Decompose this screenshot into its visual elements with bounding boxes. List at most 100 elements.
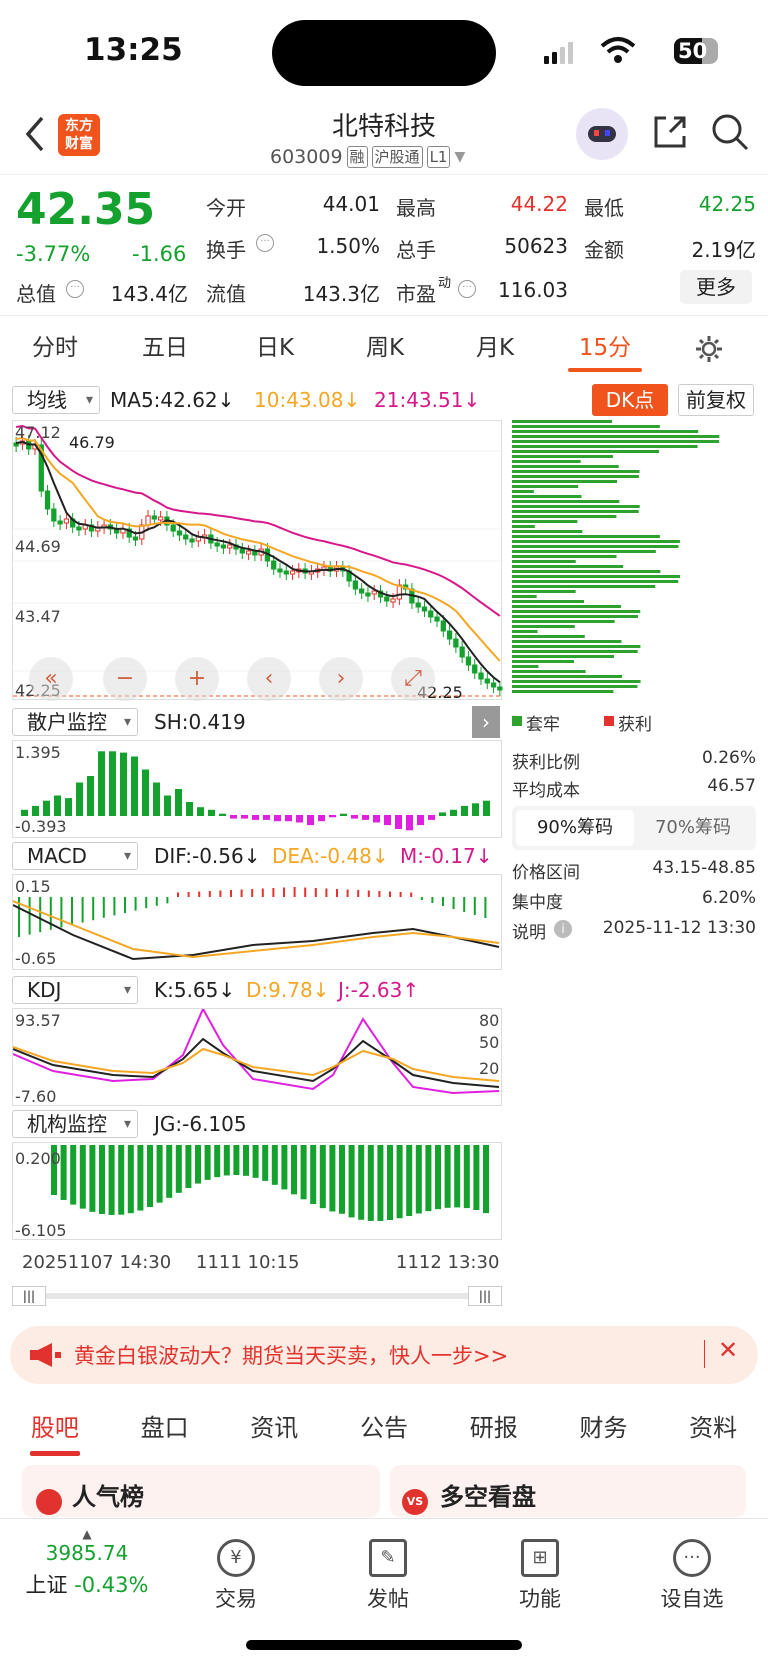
candle [497, 686, 503, 691]
jg-bar [60, 1145, 67, 1200]
tab-daily[interactable]: 日K [220, 318, 330, 378]
next-icon[interactable]: › [319, 657, 363, 701]
search-icon[interactable] [710, 112, 750, 152]
sh-bar [219, 813, 226, 816]
sh-chart: 1.395 -0.393 [12, 740, 502, 838]
jg-bar [454, 1145, 461, 1208]
time-range-slider[interactable]: ||| ||| [12, 1286, 502, 1306]
prev-icon[interactable]: ‹ [247, 657, 291, 701]
jg-bar [79, 1145, 86, 1209]
chip-bar [512, 655, 614, 658]
tab-five-day[interactable]: 五日 [110, 318, 220, 378]
chip-bar [512, 640, 622, 643]
share-icon[interactable] [650, 112, 690, 152]
chip-bar [512, 525, 535, 528]
tab-news[interactable]: 资讯 [219, 1400, 329, 1456]
sh-value: SH:0.419 [154, 710, 246, 734]
sh-bar [164, 795, 171, 816]
kdj-select[interactable]: KDJ [12, 976, 138, 1004]
dea-line [12, 900, 500, 959]
tab-guba[interactable]: 股吧 [0, 1400, 110, 1456]
info-icon[interactable]: ··· [458, 280, 476, 298]
tab-research[interactable]: 研报 [439, 1400, 549, 1456]
fullscreen-icon[interactable]: ⤢ [391, 657, 435, 701]
tab-pankou[interactable]: 盘口 [110, 1400, 220, 1456]
chip-bar [512, 445, 698, 448]
tab-finance[interactable]: 财务 [549, 1400, 659, 1456]
macd-svg [12, 887, 500, 961]
sh-bar [417, 815, 424, 826]
sh-bar [54, 795, 61, 816]
candle [472, 664, 478, 674]
more-button[interactable]: 更多 [680, 270, 752, 304]
tab-chip-90[interactable]: 90%筹码 [516, 810, 634, 846]
tab-label: 发帖 [367, 1587, 409, 1611]
tab-chip-70[interactable]: 70%筹码 [634, 810, 752, 846]
field-label: 最低 [584, 196, 624, 220]
candle [220, 544, 227, 549]
card-title: 人气榜 [72, 1483, 144, 1511]
popularity-card[interactable]: 人气榜 [22, 1465, 380, 1517]
sh-bar [384, 815, 391, 826]
ma-select[interactable]: 均线 [12, 386, 100, 414]
jg-bar [300, 1145, 307, 1200]
tab-trade[interactable]: ¥ 交易 [186, 1539, 286, 1613]
ma10-label: 10:43.08↓ [254, 388, 361, 412]
tab-weekly[interactable]: 周K [330, 318, 440, 378]
index-widget[interactable]: ▲ 3985.74 上证 -0.43% [22, 1527, 152, 1599]
tab-functions[interactable]: ⊞ 功能 [490, 1539, 590, 1613]
chip-bar [512, 560, 576, 563]
close-icon[interactable]: ✕ [718, 1336, 738, 1364]
slider-handle-left[interactable]: ||| [12, 1286, 46, 1306]
info-icon[interactable]: ··· [256, 234, 274, 252]
tab-monthly[interactable]: 月K [440, 318, 550, 378]
tab-profile[interactable]: 资料 [658, 1400, 768, 1456]
candle [421, 606, 428, 612]
jg-bar [185, 1145, 192, 1188]
jg-bar [137, 1145, 144, 1211]
slider-handle-right[interactable]: ||| [468, 1286, 502, 1306]
robot-avatar-icon[interactable] [576, 108, 628, 160]
y-axis-mid: 44.69 [15, 537, 61, 556]
collapse-icon[interactable]: › [472, 706, 500, 738]
sh-bar [131, 756, 138, 816]
tab-intraday[interactable]: 分时 [0, 318, 110, 378]
kline-chart[interactable]: 47.12 44.69 43.47 42.25 46.79 42.25 « − … [12, 420, 503, 702]
chip-label: 集中度 [512, 893, 563, 913]
chip-value: 46.57 [707, 776, 756, 796]
jg-select[interactable]: 机构监控 [12, 1110, 138, 1138]
tab-15min[interactable]: 15分 [550, 318, 660, 378]
index-value: 3985.74 [45, 1541, 129, 1565]
jg-bar [463, 1145, 470, 1209]
promo-banner[interactable]: 黄金白银波动大？期货当天买卖，快人一步>> ✕ [10, 1326, 758, 1384]
info-icon[interactable]: i [554, 920, 572, 938]
chip-bar [512, 650, 638, 653]
jg-bar [223, 1145, 230, 1176]
chip-bar [512, 435, 720, 438]
zoom-in-icon[interactable]: + [175, 657, 219, 701]
sh-select[interactable]: 散户监控 [12, 708, 138, 736]
sh-bar [87, 776, 94, 816]
longshort-card[interactable]: VS 多空看盘 [390, 1465, 746, 1517]
chip-bar [512, 605, 621, 608]
rewind-icon[interactable]: « [29, 657, 73, 701]
gear-icon[interactable] [694, 334, 724, 364]
zoom-out-icon[interactable]: − [103, 657, 147, 701]
dk-point-button[interactable]: DK点 [592, 384, 668, 416]
tab-post[interactable]: ✎ 发帖 [338, 1539, 438, 1613]
ma21-line [15, 424, 501, 617]
macd-m: M:-0.17↓ [400, 844, 493, 868]
tab-announce[interactable]: 公告 [329, 1400, 439, 1456]
info-icon[interactable]: ··· [66, 280, 84, 298]
tab-watchlist[interactable]: ··· 设自选 [642, 1539, 742, 1613]
macd-select[interactable]: MACD [12, 842, 138, 870]
chip-bar [512, 545, 679, 548]
stock-code-row[interactable]: 603009 融 沪股通 L1 ▼ [270, 146, 465, 168]
chip-bar [512, 500, 620, 503]
jg-bar [108, 1145, 115, 1215]
candle [170, 524, 176, 532]
index-pct: -0.43% [74, 1573, 149, 1597]
adjust-button[interactable]: 前复权 [678, 384, 754, 416]
legend-gain: 获利 [618, 715, 652, 735]
jg-bar [156, 1145, 163, 1203]
